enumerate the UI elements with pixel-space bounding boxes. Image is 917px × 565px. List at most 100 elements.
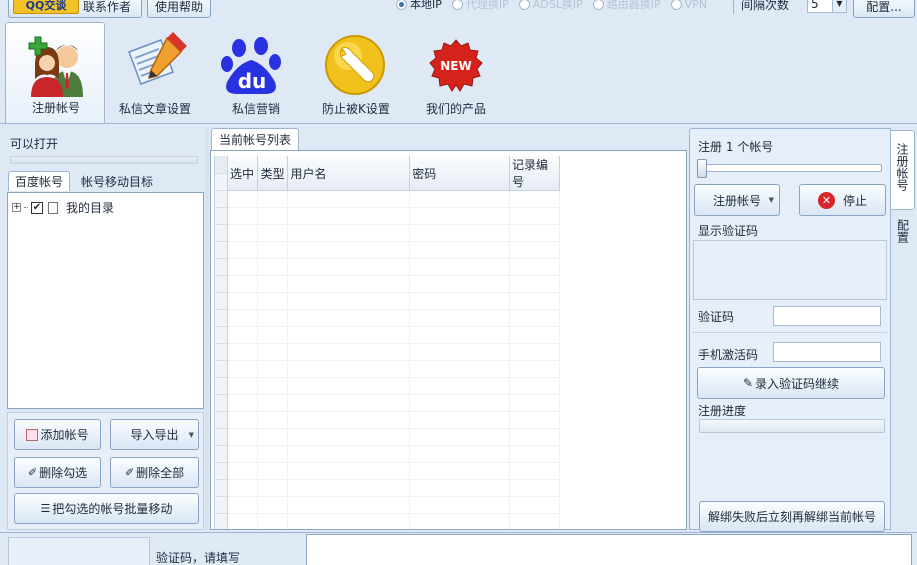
column-header-selected[interactable]: 选中 [228,156,259,191]
table-cell[interactable] [228,258,259,276]
table-row[interactable] [228,445,560,463]
table-cell[interactable] [509,445,560,463]
table-cell[interactable] [228,445,259,463]
table-row[interactable] [228,496,560,514]
table-cell[interactable] [409,445,511,463]
table-cell[interactable] [409,360,511,378]
table-cell[interactable] [287,309,411,327]
table-cell[interactable] [257,479,289,497]
table-cell[interactable] [509,190,560,208]
table-cell[interactable] [509,258,560,276]
captcha-input[interactable] [773,306,881,326]
table-cell[interactable] [287,326,411,344]
table-row[interactable] [228,190,560,208]
table-cell[interactable] [509,394,560,412]
table-cell[interactable] [409,326,511,344]
interval-spinner[interactable]: 5 ▼ [807,0,847,13]
tab-current-account-list[interactable]: 当前帐号列表 [211,128,299,150]
expand-icon[interactable]: + [12,203,21,212]
table-cell[interactable] [257,207,289,225]
table-cell[interactable] [409,190,511,208]
table-cell[interactable] [287,411,411,429]
ribbon-item-register[interactable]: 注册帐号 [5,22,105,124]
table-cell[interactable] [228,394,259,412]
table-cell[interactable] [409,241,511,259]
table-cell[interactable] [509,207,560,225]
table-cell[interactable] [228,479,259,497]
table-cell[interactable] [257,360,289,378]
table-cell[interactable] [257,513,289,529]
log-textbox[interactable] [306,534,912,565]
table-cell[interactable] [409,428,511,446]
table-cell[interactable] [228,190,259,208]
table-row[interactable] [228,462,560,480]
table-cell[interactable] [257,224,289,242]
ribbon-item-private-marketing[interactable]: du 私信营销 [212,22,294,120]
table-cell[interactable] [228,275,259,293]
table-cell[interactable] [509,275,560,293]
table-cell[interactable] [228,292,259,310]
radio-adsl-ip[interactable]: ADSL换IP [518,0,583,12]
vertical-splitter[interactable] [205,128,209,530]
table-cell[interactable] [287,377,411,395]
table-cell[interactable] [287,428,411,446]
spinner-arrow-icon[interactable]: ▼ [832,0,846,12]
table-cell[interactable] [228,411,259,429]
table-cell[interactable] [409,224,511,242]
table-cell[interactable] [509,292,560,310]
phone-code-input[interactable] [773,342,881,362]
table-cell[interactable] [409,309,511,327]
table-cell[interactable] [409,411,511,429]
stop-button[interactable]: ✕ 停止 [799,184,886,216]
table-cell[interactable] [257,258,289,276]
table-cell[interactable] [257,275,289,293]
batch-move-button[interactable]: ☰ 把勾选的帐号批量移动 [14,493,199,524]
table-row[interactable] [228,207,560,225]
table-cell[interactable] [228,241,259,259]
table-cell[interactable] [409,343,511,361]
radio-vpn[interactable]: VPN [670,0,707,11]
slider-thumb[interactable] [697,159,707,178]
table-cell[interactable] [257,377,289,395]
radio-router-ip[interactable]: 路由器换IP [592,0,661,12]
table-cell[interactable] [509,513,560,529]
table-row[interactable] [228,411,560,429]
table-cell[interactable] [257,496,289,514]
table-cell[interactable] [509,326,560,344]
table-cell[interactable] [409,377,511,395]
table-cell[interactable] [228,360,259,378]
table-cell[interactable] [228,513,259,529]
table-cell[interactable] [228,224,259,242]
table-row[interactable] [228,241,560,259]
table-row[interactable] [228,394,560,412]
table-cell[interactable] [409,513,511,529]
column-header-password[interactable]: 密码 [409,156,511,191]
table-cell[interactable] [287,513,411,529]
column-header-record-id[interactable]: 记录编号 [509,156,560,191]
register-account-button[interactable]: 注册帐号 ▼ [694,184,780,216]
table-cell[interactable] [257,445,289,463]
table-cell[interactable] [287,258,411,276]
table-cell[interactable] [509,462,560,480]
table-row[interactable] [228,343,560,361]
table-cell[interactable] [228,207,259,225]
table-cell[interactable] [509,479,560,497]
table-cell[interactable] [509,224,560,242]
qq-chat-button[interactable]: QQ交谈 联系作者 [8,0,142,18]
table-cell[interactable] [257,292,289,310]
tab-baidu-accounts[interactable]: 百度帐号 [8,171,70,191]
table-cell[interactable] [287,496,411,514]
table-row[interactable] [228,377,560,395]
table-cell[interactable] [287,479,411,497]
table-cell[interactable] [509,241,560,259]
table-cell[interactable] [287,190,411,208]
table-cell[interactable] [228,377,259,395]
register-count-slider[interactable] [696,158,886,180]
table-cell[interactable] [287,360,411,378]
side-tab-config[interactable]: 配置 [891,212,915,248]
import-export-button[interactable]: 导入导出 ▼ [110,419,199,450]
table-cell[interactable] [287,292,411,310]
table-cell[interactable] [409,292,511,310]
table-cell[interactable] [257,241,289,259]
table-row[interactable] [228,275,560,293]
